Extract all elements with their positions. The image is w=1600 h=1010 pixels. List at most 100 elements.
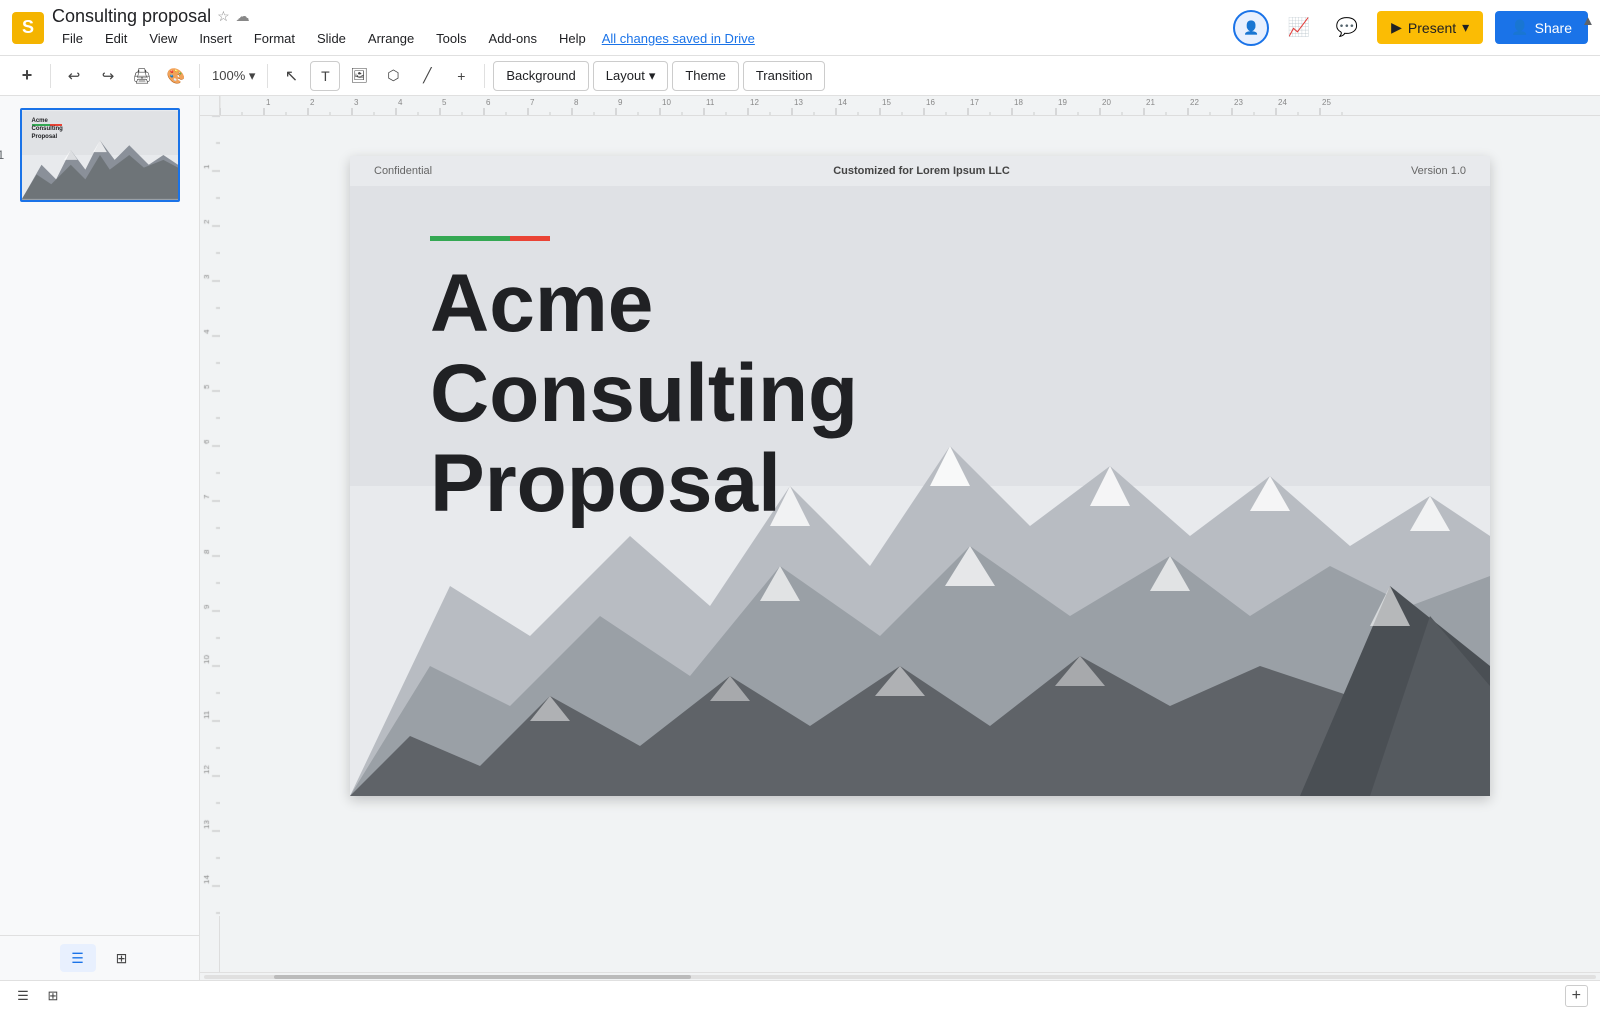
- text-button[interactable]: T: [310, 61, 340, 91]
- slide-header-center: Customized for Lorem Ipsum LLC: [833, 165, 1010, 177]
- menu-slide[interactable]: Slide: [307, 27, 356, 50]
- svg-text:20: 20: [1102, 98, 1111, 107]
- thumbnail-title-line2: Consulting: [32, 126, 63, 132]
- svg-text:14: 14: [838, 98, 847, 107]
- svg-text:21: 21: [1146, 98, 1155, 107]
- header-center-prefix: Customized for: [833, 165, 916, 177]
- slide-thumbnail-inner: Acme Consulting Proposal: [22, 110, 178, 200]
- divider-1: [50, 64, 51, 88]
- slides-grid-view-button[interactable]: ⊞: [42, 985, 64, 1007]
- scrollbar-thumb[interactable]: [274, 975, 692, 979]
- header-center-company: Lorem Ipsum LLC: [916, 165, 1010, 177]
- grid-view-button[interactable]: ⊞: [104, 944, 140, 972]
- svg-text:15: 15: [882, 98, 891, 107]
- svg-text:4: 4: [398, 98, 403, 107]
- line-button[interactable]: ╱: [412, 61, 442, 91]
- svg-text:2: 2: [310, 98, 315, 107]
- menu-view[interactable]: View: [139, 27, 187, 50]
- menu-format[interactable]: Format: [244, 27, 305, 50]
- layout-button[interactable]: Layout ▾: [593, 61, 669, 91]
- svg-text:9: 9: [618, 98, 623, 107]
- canvas-area: // We'll draw these in the inline script…: [200, 96, 1600, 980]
- slide-title[interactable]: Acme Consulting Proposal: [430, 259, 858, 530]
- horizontal-ruler: // We'll draw these in the inline script…: [200, 96, 1600, 116]
- slide-header-version: Version 1.0: [1411, 165, 1466, 177]
- thumbnail-title-line3: Proposal: [32, 134, 58, 140]
- svg-text:22: 22: [1190, 98, 1199, 107]
- collapse-button[interactable]: ▲: [1576, 0, 1600, 40]
- svg-text:12: 12: [750, 98, 759, 107]
- vertical-ruler: [200, 116, 220, 972]
- share-button[interactable]: 👤 Share: [1495, 11, 1588, 44]
- svg-text:18: 18: [1014, 98, 1023, 107]
- layout-chevron-icon: ▾: [649, 68, 656, 84]
- paint-format-button[interactable]: 🎨: [161, 61, 191, 91]
- canvas-scroll[interactable]: Confidential Customized for Lorem Ipsum …: [240, 136, 1600, 972]
- slide-title-line2: Consulting: [430, 349, 858, 439]
- bottom-scrollbar[interactable]: [200, 972, 1600, 980]
- divider-4: [484, 64, 485, 88]
- thumbnail-text: Acme Consulting Proposal: [32, 118, 63, 141]
- bottom-right: +: [1565, 985, 1588, 1007]
- present-button[interactable]: ▶ Present ▾: [1377, 11, 1483, 44]
- bottom-left: ☰ ⊞: [12, 985, 64, 1007]
- cloud-icon[interactable]: ☁: [236, 8, 250, 25]
- thumbnail-title-line1: Acme: [32, 118, 48, 124]
- cursor-button[interactable]: ↖: [276, 61, 306, 91]
- print-button[interactable]: 🖨: [127, 61, 157, 91]
- svg-text:5: 5: [442, 98, 447, 107]
- menu-help[interactable]: Help: [549, 27, 596, 50]
- menu-insert[interactable]: Insert: [189, 27, 242, 50]
- list-view-button[interactable]: ☰: [60, 944, 96, 972]
- sidebar-bottom: ☰ ⊞: [0, 935, 199, 980]
- menu-arrange[interactable]: Arrange: [358, 27, 424, 50]
- svg-text:13: 13: [794, 98, 803, 107]
- slide-content: Acme Consulting Proposal: [430, 236, 858, 530]
- slide-number: 1: [0, 148, 4, 162]
- theme-button[interactable]: Theme: [672, 61, 738, 91]
- avatar[interactable]: 👤: [1233, 10, 1269, 46]
- svg-text:25: 25: [1322, 98, 1331, 107]
- main-layout: 1: [0, 96, 1600, 980]
- orange-bar: [510, 236, 550, 241]
- image-button[interactable]: 🖼: [344, 61, 374, 91]
- link-button[interactable]: +: [446, 61, 476, 91]
- menu-file[interactable]: File: [52, 27, 93, 50]
- autosave-link[interactable]: All changes saved in Drive: [602, 31, 755, 46]
- present-chevron-icon: ▾: [1462, 19, 1469, 36]
- slide-thumbnail[interactable]: Acme Consulting Proposal: [20, 108, 180, 202]
- canvas-inner: Confidential Customized for Lorem Ipsum …: [200, 116, 1600, 972]
- menu-tools[interactable]: Tools: [426, 27, 476, 50]
- menu-edit[interactable]: Edit: [95, 27, 137, 50]
- transition-button[interactable]: Transition: [743, 61, 826, 91]
- color-accent-bar: [430, 236, 550, 241]
- slide-title-line1: Acme: [430, 259, 858, 349]
- redo-button[interactable]: ↪: [93, 61, 123, 91]
- shapes-button[interactable]: ⬡: [378, 61, 408, 91]
- activity-icon[interactable]: 📈: [1281, 10, 1317, 46]
- svg-text:24: 24: [1278, 98, 1287, 107]
- app-icon: S: [12, 12, 44, 44]
- add-slide-button[interactable]: +: [1565, 985, 1588, 1007]
- present-label: Present: [1408, 20, 1456, 36]
- scrollbar-track[interactable]: [204, 975, 1596, 979]
- undo-button[interactable]: ↩: [59, 61, 89, 91]
- doc-title[interactable]: Consulting proposal: [52, 6, 211, 27]
- slide-body: Acme Consulting Proposal: [350, 186, 1490, 796]
- green-bar: [430, 236, 510, 241]
- zoom-button[interactable]: 100% ▾: [208, 61, 259, 91]
- slide-thumbnail-container: 1: [20, 108, 180, 202]
- present-icon: ▶: [1391, 19, 1402, 36]
- comments-icon[interactable]: 💬: [1329, 10, 1365, 46]
- background-button[interactable]: Background: [493, 61, 588, 91]
- slides-list-view-button[interactable]: ☰: [12, 985, 34, 1007]
- slide-container[interactable]: Confidential Customized for Lorem Ipsum …: [350, 156, 1490, 796]
- top-bar-right: 👤 📈 💬 ▶ Present ▾ 👤 Share: [1233, 10, 1588, 46]
- star-icon[interactable]: ☆: [217, 8, 230, 25]
- svg-text:17: 17: [970, 98, 979, 107]
- doc-title-area: Consulting proposal ☆ ☁ File Edit View I…: [52, 6, 755, 50]
- add-button[interactable]: +: [12, 61, 42, 91]
- svg-text:11: 11: [706, 98, 715, 107]
- svg-text:1: 1: [266, 98, 271, 107]
- menu-addons[interactable]: Add-ons: [479, 27, 547, 50]
